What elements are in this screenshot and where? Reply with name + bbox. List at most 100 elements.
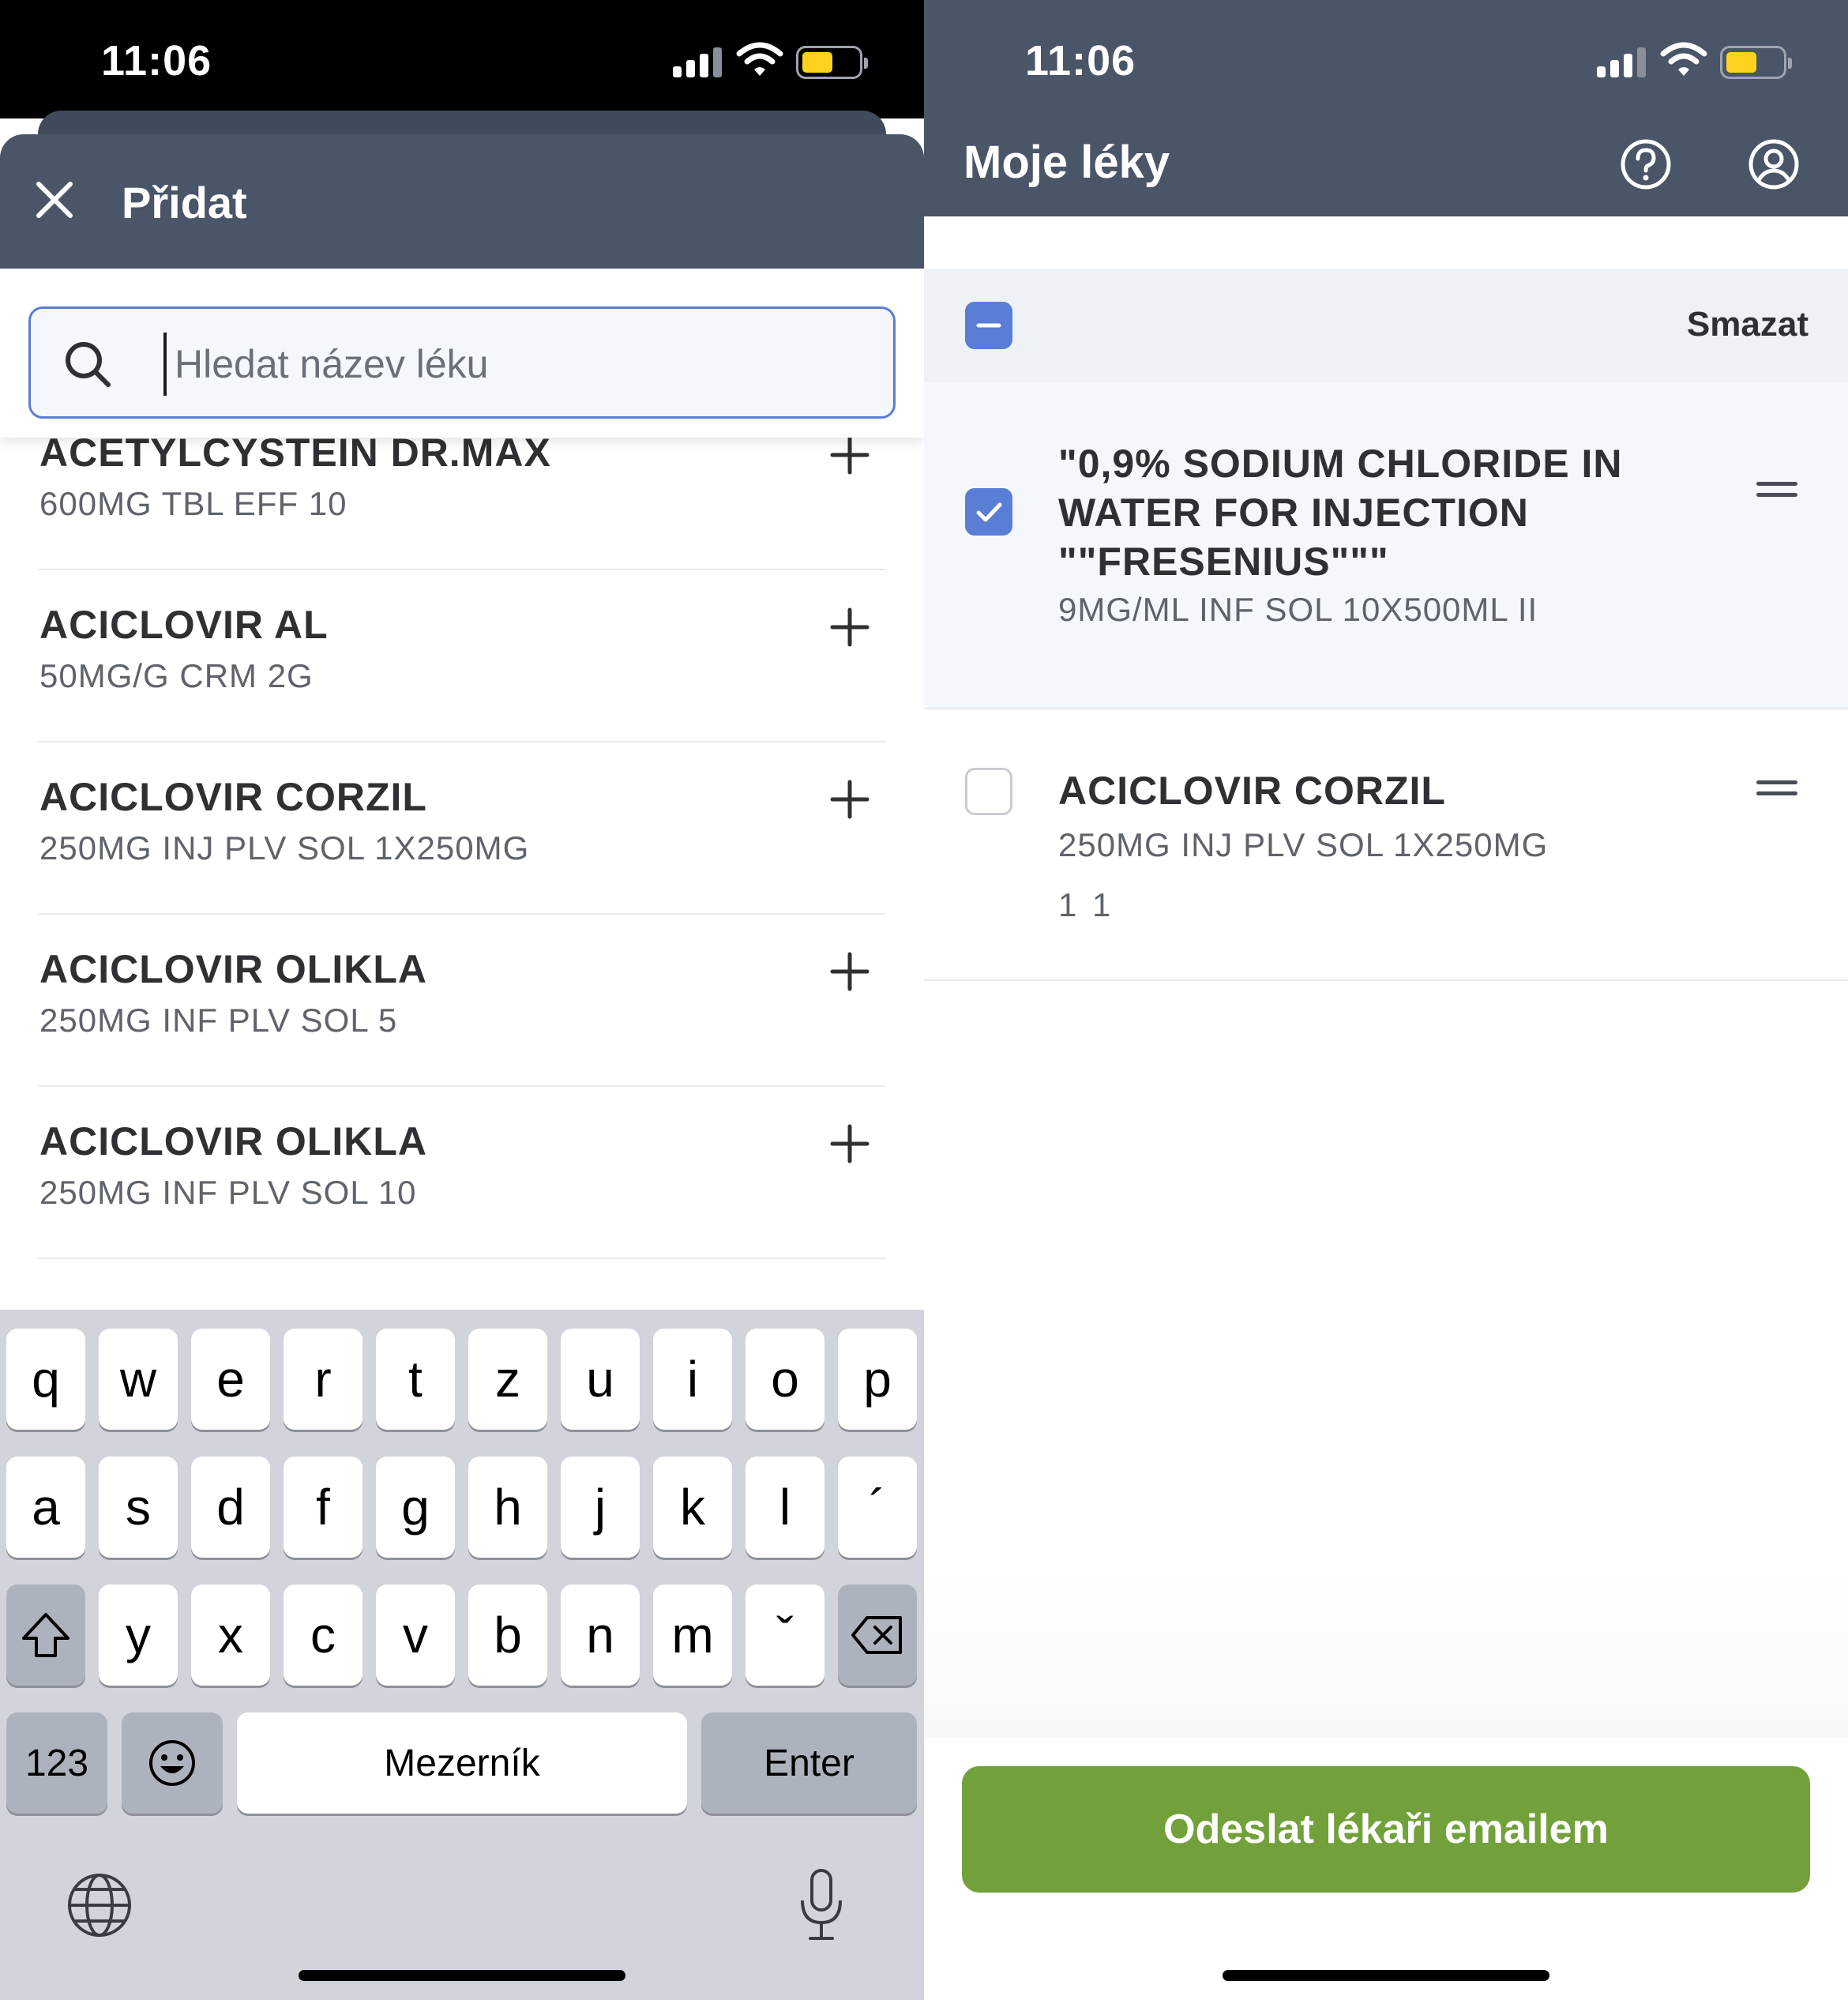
medication-quantity: 1 1 — [1058, 886, 1114, 923]
key-m[interactable]: m — [653, 1585, 732, 1686]
enter-key[interactable]: Enter — [701, 1712, 917, 1814]
select-all-checkbox[interactable] — [965, 302, 1012, 349]
key-l[interactable]: l — [746, 1457, 824, 1558]
status-bar: 11:06 — [0, 0, 924, 118]
cellular-signal-icon — [673, 46, 723, 77]
backspace-icon — [851, 1616, 902, 1654]
key-x[interactable]: x — [191, 1585, 270, 1686]
add-icon[interactable] — [828, 949, 872, 994]
key-q[interactable]: q — [6, 1329, 85, 1430]
key-s[interactable]: s — [99, 1457, 178, 1558]
key-f[interactable]: f — [284, 1457, 362, 1558]
wifi-icon — [736, 42, 783, 76]
add-icon[interactable] — [828, 1122, 872, 1166]
close-button[interactable] — [28, 174, 81, 226]
bottom-fade — [924, 1572, 1848, 1738]
bottom-action-area: Odeslat lékaři emailem — [924, 1738, 1848, 2000]
key-v[interactable]: v — [376, 1585, 455, 1686]
add-icon[interactable] — [828, 777, 872, 821]
shift-key[interactable] — [6, 1585, 85, 1686]
drug-name: ACICLOVIR OLIKLA — [39, 1119, 427, 1164]
search-area — [0, 269, 924, 438]
drug-description: 250MG INJ PLV SOL 1X250MG — [39, 829, 530, 867]
key-k[interactable]: k — [653, 1457, 732, 1558]
drug-name: ACICLOVIR AL — [39, 603, 329, 647]
status-bar: 11:06 — [924, 0, 1848, 118]
medication-checkbox[interactable] — [965, 768, 1012, 815]
drag-handle-icon[interactable] — [1756, 780, 1797, 798]
numbers-key[interactable]: 123 — [6, 1712, 107, 1814]
microphone-icon[interactable] — [796, 1867, 847, 1943]
cellular-signal-icon — [1597, 46, 1647, 77]
status-time: 11:06 — [101, 37, 212, 85]
help-icon[interactable] — [1619, 137, 1673, 191]
key-r[interactable]: r — [284, 1329, 362, 1430]
key-a[interactable]: a — [6, 1457, 85, 1558]
selection-bar: Smazat — [924, 269, 1848, 382]
key-e[interactable]: e — [191, 1329, 270, 1430]
medication-description: 250MG INJ PLV SOL 1X250MG — [1058, 826, 1549, 863]
minus-icon — [976, 323, 1001, 328]
key-w[interactable]: w — [99, 1329, 178, 1430]
key-u[interactable]: u — [561, 1329, 640, 1430]
emoji-icon — [149, 1740, 195, 1786]
backspace-key[interactable] — [838, 1585, 917, 1686]
key-n[interactable]: n — [561, 1585, 640, 1686]
search-icon — [66, 342, 111, 387]
key-o[interactable]: o — [746, 1329, 824, 1430]
wifi-icon — [1660, 42, 1707, 76]
modal-title: Přidat — [122, 178, 247, 227]
search-box[interactable] — [28, 306, 896, 419]
send-email-button[interactable]: Odeslat lékaři emailem — [962, 1766, 1810, 1893]
medication-card[interactable]: "0,9% SODIUM CHLORIDE IN WATER FOR INJEC… — [924, 382, 1848, 709]
modal-header: Přidat — [0, 134, 924, 269]
key-p[interactable]: p — [838, 1329, 917, 1430]
globe-icon[interactable] — [66, 1872, 133, 1938]
add-icon[interactable] — [828, 605, 872, 649]
account-icon[interactable] — [1747, 137, 1801, 191]
drug-list: ACETYLCYSTEIN DR.MAX 600MG TBL EFF 10 AC… — [0, 430, 924, 1311]
medication-name: ACICLOVIR CORZIL — [1058, 769, 1446, 813]
my-medications-screen: 11:06 Moje léky Smazat "0,9% SODIUM CHLO… — [924, 0, 1848, 2000]
search-input[interactable] — [163, 333, 858, 396]
home-indicator — [299, 1970, 625, 1981]
list-item[interactable]: ACICLOVIR AL 50MG/G CRM 2G — [38, 570, 886, 742]
list-item[interactable]: ACETYLCYSTEIN DR.MAX 600MG TBL EFF 10 — [38, 430, 886, 570]
drug-name: ACICLOVIR OLIKLA — [39, 947, 427, 991]
key-z[interactable]: z — [468, 1329, 547, 1430]
add-medication-screen: 11:06 Přidat Hledat název léku ACETYLCYS… — [0, 0, 924, 2000]
space-key[interactable]: Mezerník — [237, 1712, 687, 1814]
key-g[interactable]: g — [376, 1457, 455, 1558]
key-acute[interactable]: ´ — [838, 1457, 917, 1558]
key-i[interactable]: i — [653, 1329, 732, 1430]
drug-description: 250MG INF PLV SOL 10 — [39, 1174, 417, 1211]
emoji-key[interactable] — [122, 1712, 223, 1814]
drug-description: 250MG INF PLV SOL 5 — [39, 1002, 398, 1039]
home-indicator — [1223, 1970, 1549, 1981]
add-icon[interactable] — [828, 433, 872, 477]
key-c[interactable]: c — [284, 1585, 362, 1686]
drug-description: 50MG/G CRM 2G — [39, 657, 314, 694]
key-h[interactable]: h — [468, 1457, 547, 1558]
drug-description: 600MG TBL EFF 10 — [39, 485, 347, 522]
check-icon — [976, 502, 1002, 522]
key-t[interactable]: t — [376, 1329, 455, 1430]
list-item[interactable]: ACICLOVIR OLIKLA 250MG INF PLV SOL 10 — [38, 1087, 886, 1259]
drag-handle-icon[interactable] — [1756, 482, 1797, 499]
drug-name: ACICLOVIR CORZIL — [39, 775, 427, 819]
close-icon — [36, 182, 73, 218]
key-y[interactable]: y — [99, 1585, 178, 1686]
page-title: Moje léky — [963, 137, 1170, 188]
medication-description: 9MG/ML INF SOL 10X500ML II — [1058, 591, 1538, 628]
key-caron[interactable]: ˇ — [746, 1585, 824, 1686]
medication-checkbox[interactable] — [965, 488, 1012, 536]
key-j[interactable]: j — [561, 1457, 640, 1558]
medication-card[interactable]: ACICLOVIR CORZIL 250MG INJ PLV SOL 1X250… — [924, 709, 1848, 981]
key-b[interactable]: b — [468, 1585, 547, 1686]
list-item[interactable]: ACICLOVIR CORZIL 250MG INJ PLV SOL 1X250… — [38, 742, 886, 915]
delete-button[interactable]: Smazat — [1687, 305, 1809, 344]
shift-icon — [22, 1613, 69, 1657]
key-d[interactable]: d — [191, 1457, 270, 1558]
keyboard: q w e r t z u i o p a s d f g h j k l ´ … — [0, 1310, 924, 2000]
list-item[interactable]: ACICLOVIR OLIKLA 250MG INF PLV SOL 5 — [38, 915, 886, 1087]
